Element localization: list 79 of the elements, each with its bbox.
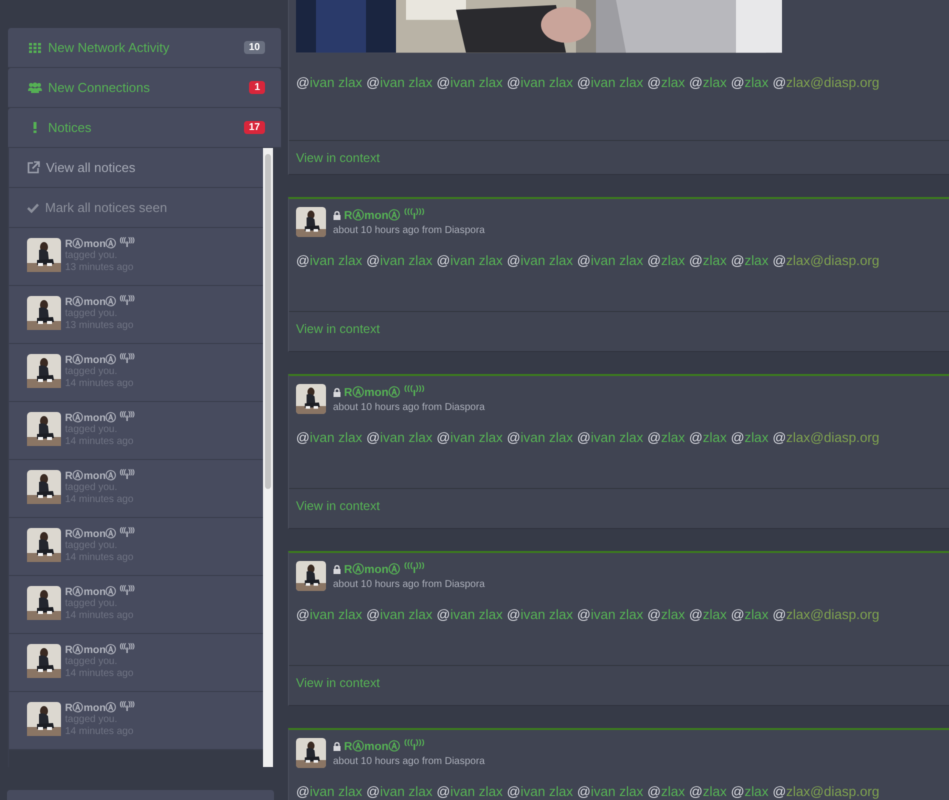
mention-link[interactable]: @ivan zlax <box>577 430 644 445</box>
user-name: RⒶmonⒶ ⁽⁽⁽ı⁾⁾⁾ <box>65 238 135 250</box>
count-badge: 10 <box>244 41 265 54</box>
mention-link[interactable]: @ivan zlax <box>577 74 644 90</box>
mention-link[interactable]: @ivan zlax <box>436 74 503 90</box>
external-link-icon <box>27 161 40 174</box>
count-badge: 17 <box>244 121 265 134</box>
post-meta: about 10 hours ago from Diaspora <box>333 756 485 767</box>
mention-link[interactable]: @ivan zlax <box>296 430 362 445</box>
mention-link[interactable]: @ivan zlax <box>436 253 503 268</box>
mention-link[interactable]: @ivan zlax <box>506 74 573 90</box>
user-name: RⒶmonⒶ ⁽⁽⁽ı⁾⁾⁾ <box>65 528 135 540</box>
user-name: RⒶmonⒶ ⁽⁽⁽ı⁾⁾⁾ <box>65 354 135 366</box>
mention-link[interactable]: @ivan zlax <box>366 430 432 445</box>
check-icon <box>27 202 39 212</box>
mention-link[interactable]: @zlax@diasp.org <box>772 253 880 268</box>
mention-link[interactable]: @zlax <box>688 784 727 799</box>
mention-link[interactable]: @zlax <box>647 784 685 799</box>
user-name: RⒶmonⒶ ⁽⁽⁽ı⁾⁾⁾ <box>65 702 135 714</box>
mention-link[interactable]: @zlax@diasp.org <box>772 607 880 622</box>
mention-link[interactable]: @ivan zlax <box>296 253 362 268</box>
menu-item[interactable]: New Network Activity 10 <box>8 28 281 68</box>
notice-action[interactable]: View all notices <box>9 148 263 188</box>
user-name: RⒶmonⒶ ⁽⁽⁽ı⁾⁾⁾ <box>65 412 135 424</box>
mention-link[interactable]: @ivan zlax <box>296 784 362 799</box>
mention-link[interactable]: @ivan zlax <box>436 607 503 622</box>
author-link[interactable]: RⒶmonⒶ ⁽⁽⁽ı⁾⁾⁾ <box>344 384 425 400</box>
scrollbar[interactable] <box>263 148 273 767</box>
mention-link[interactable]: @ivan zlax <box>366 74 432 90</box>
mention-link[interactable]: @zlax@diasp.org <box>772 430 880 445</box>
mention-link[interactable]: @zlax <box>647 253 685 268</box>
menu-item[interactable]: Notices 17 <box>8 108 281 148</box>
post-meta: about 10 hours ago from Diaspora <box>333 225 485 236</box>
mention-link[interactable]: @zlax <box>688 607 727 622</box>
mention-link[interactable]: @ivan zlax <box>506 784 573 799</box>
post-meta: about 10 hours ago from Diaspora <box>333 579 485 590</box>
user-name: RⒶmonⒶ ⁽⁽⁽ı⁾⁾⁾ <box>65 296 135 308</box>
mention-link[interactable]: @ivan zlax <box>366 253 432 268</box>
mention-link[interactable]: @zlax@diasp.org <box>772 784 880 799</box>
view-in-context-link[interactable]: View in context <box>296 322 380 336</box>
mention-link[interactable]: @ivan zlax <box>506 607 573 622</box>
user-name: RⒶmonⒶ ⁽⁽⁽ı⁾⁾⁾ <box>65 470 135 482</box>
mention-link[interactable]: @ivan zlax <box>577 784 644 799</box>
mention-link[interactable]: @zlax <box>730 784 768 799</box>
author-link[interactable]: RⒶmonⒶ ⁽⁽⁽ı⁾⁾⁾ <box>344 738 425 754</box>
grid-icon <box>29 42 41 52</box>
mention-link[interactable]: @zlax <box>647 430 685 445</box>
mention-link[interactable]: @zlax <box>647 74 685 90</box>
mention-link[interactable]: @ivan zlax <box>577 253 644 268</box>
mention-link[interactable]: @ivan zlax <box>506 430 573 445</box>
mention-link[interactable]: @zlax@diasp.org <box>772 74 880 90</box>
user-name: RⒶmonⒶ ⁽⁽⁽ı⁾⁾⁾ <box>65 644 135 656</box>
mention-link[interactable]: @zlax <box>730 430 768 445</box>
mention-link[interactable]: @ivan zlax <box>366 784 432 799</box>
count-badge: 1 <box>249 81 265 94</box>
mention-link[interactable]: @ivan zlax <box>366 607 432 622</box>
mention-link[interactable]: @ivan zlax <box>296 607 362 622</box>
exclamation-icon <box>33 122 37 133</box>
mention-link[interactable]: @ivan zlax <box>296 74 362 90</box>
users-icon <box>28 82 42 93</box>
mention-link[interactable]: @zlax <box>730 607 768 622</box>
mention-link[interactable]: @ivan zlax <box>436 784 503 799</box>
mention-link[interactable]: @zlax <box>688 253 727 268</box>
mention-link[interactable]: @ivan zlax <box>577 607 644 622</box>
view-in-context-link[interactable]: View in context <box>296 150 380 165</box>
mention-link[interactable]: @zlax <box>730 253 768 268</box>
view-in-context-link[interactable]: View in context <box>296 498 380 512</box>
mention-link[interactable]: @ivan zlax <box>436 430 503 445</box>
user-name: RⒶmonⒶ ⁽⁽⁽ı⁾⁾⁾ <box>65 586 135 598</box>
menu-item[interactable]: New Connections 1 <box>8 68 281 108</box>
mention-link[interactable]: @zlax <box>730 74 768 90</box>
mention-link[interactable]: @zlax <box>688 430 727 445</box>
post-meta: about 10 hours ago from Diaspora <box>333 402 485 413</box>
mention-link[interactable]: @zlax <box>688 74 727 90</box>
view-in-context-link[interactable]: View in context <box>296 676 380 690</box>
mention-link[interactable]: @zlax <box>647 607 685 622</box>
mention-link[interactable]: @ivan zlax <box>506 253 573 268</box>
author-link[interactable]: RⒶmonⒶ ⁽⁽⁽ı⁾⁾⁾ <box>344 207 425 223</box>
author-link[interactable]: RⒶmonⒶ ⁽⁽⁽ı⁾⁾⁾ <box>344 561 425 577</box>
